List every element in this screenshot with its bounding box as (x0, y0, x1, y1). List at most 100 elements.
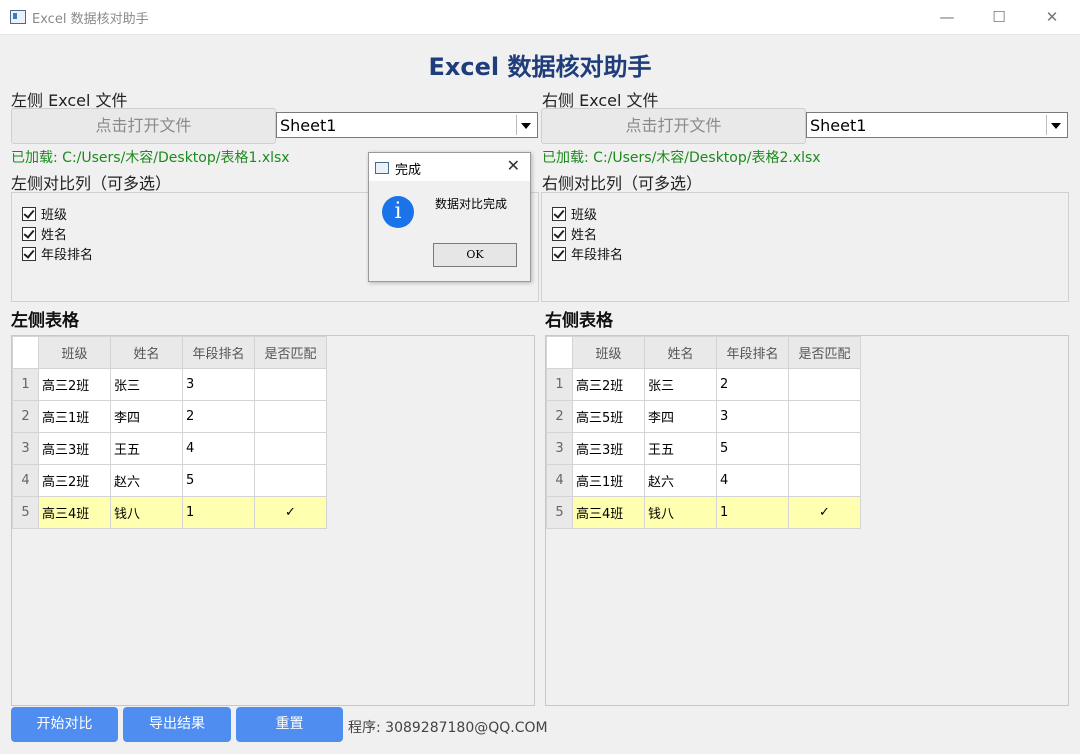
cell-rank[interactable]: 5 (182, 464, 255, 497)
left-checkbox-name[interactable]: 姓名 (22, 224, 67, 243)
chevron-down-icon[interactable] (1046, 115, 1065, 135)
cell-class[interactable]: 高三2班 (38, 368, 111, 401)
checkbox-checked-icon[interactable] (552, 247, 566, 261)
cell-match[interactable] (788, 400, 861, 433)
cell-match[interactable]: ✓ (254, 496, 327, 529)
left-open-file-button[interactable]: 点击打开文件 (11, 108, 276, 144)
row-number[interactable]: 5 (546, 496, 573, 529)
completion-dialog: 完成 ✕ i 数据对比完成 OK (368, 152, 531, 282)
right-sheet-select[interactable]: Sheet1 (806, 112, 1068, 138)
cell-class[interactable]: 高三5班 (572, 400, 645, 433)
cell-rank[interactable]: 4 (182, 432, 255, 465)
column-header[interactable]: 是否匹配 (254, 336, 327, 369)
column-header[interactable]: 姓名 (644, 336, 717, 369)
reset-button[interactable]: 重置 (236, 707, 343, 742)
cell-name[interactable]: 王五 (644, 432, 717, 465)
cell-rank[interactable]: 4 (716, 464, 789, 497)
cell-name[interactable]: 赵六 (110, 464, 183, 497)
cell-rank[interactable]: 1 (716, 496, 789, 529)
left-sheet-select[interactable]: Sheet1 (276, 112, 538, 138)
cell-match[interactable] (788, 432, 861, 465)
row-number[interactable]: 1 (546, 368, 573, 401)
page-title: Excel 数据核对助手 (428, 53, 652, 81)
left-checkbox-rank[interactable]: 年段排名 (22, 244, 93, 263)
right-checkbox-name[interactable]: 姓名 (552, 224, 597, 243)
checkbox-checked-icon[interactable] (22, 247, 36, 261)
cell-name[interactable]: 张三 (644, 368, 717, 401)
column-header[interactable]: 是否匹配 (788, 336, 861, 369)
chevron-down-icon[interactable] (516, 115, 535, 135)
cell-class[interactable]: 高三1班 (572, 464, 645, 497)
row-number[interactable]: 1 (12, 368, 39, 401)
cell-match[interactable]: ✓ (788, 496, 861, 529)
right-sheet-value: Sheet1 (810, 116, 867, 135)
right-open-file-button[interactable]: 点击打开文件 (541, 108, 806, 144)
cell-match[interactable] (254, 368, 327, 401)
right-table-title: 右侧表格 (545, 311, 613, 331)
right-checkbox-class[interactable]: 班级 (552, 204, 597, 223)
cell-name[interactable]: 李四 (644, 400, 717, 433)
table-row-matched: 5 高三4班 钱八 1 ✓ (12, 496, 327, 529)
cell-name[interactable]: 李四 (110, 400, 183, 433)
column-header[interactable]: 班级 (572, 336, 645, 369)
table-row: 1 高三2班 张三 2 (546, 368, 861, 401)
left-checkbox-class[interactable]: 班级 (22, 204, 67, 223)
cell-match[interactable] (254, 432, 327, 465)
cell-rank[interactable]: 5 (716, 432, 789, 465)
main-window: Excel 数据核对助手 左侧 Excel 文件 点击打开文件 Sheet1 已… (0, 35, 1080, 754)
cell-class[interactable]: 高三3班 (38, 432, 111, 465)
row-number[interactable]: 4 (12, 464, 39, 497)
maximize-button[interactable]: ☐ (984, 6, 1014, 28)
cell-rank[interactable]: 2 (182, 400, 255, 433)
cell-rank[interactable]: 3 (182, 368, 255, 401)
cell-class[interactable]: 高三3班 (572, 432, 645, 465)
left-table-title: 左侧表格 (11, 311, 79, 331)
cell-name[interactable]: 张三 (110, 368, 183, 401)
checkbox-checked-icon[interactable] (552, 207, 566, 221)
row-number[interactable]: 4 (546, 464, 573, 497)
cell-rank[interactable]: 3 (716, 400, 789, 433)
cell-name[interactable]: 钱八 (110, 496, 183, 529)
column-header[interactable]: 年段排名 (716, 336, 789, 369)
cell-class[interactable]: 高三2班 (38, 464, 111, 497)
cell-name[interactable]: 钱八 (644, 496, 717, 529)
row-number[interactable]: 3 (12, 432, 39, 465)
row-number[interactable]: 3 (546, 432, 573, 465)
column-header[interactable]: 班级 (38, 336, 111, 369)
checkbox-checked-icon[interactable] (552, 227, 566, 241)
app-icon (375, 162, 389, 174)
row-number[interactable]: 2 (546, 400, 573, 433)
cell-match[interactable] (788, 368, 861, 401)
ok-button[interactable]: OK (433, 243, 517, 267)
cell-rank[interactable]: 2 (716, 368, 789, 401)
cell-class[interactable]: 高三4班 (572, 496, 645, 529)
right-loaded-status: 已加载: C:/Users/木容/Desktop/表格2.xlsx (542, 150, 821, 166)
right-checkbox-rank[interactable]: 年段排名 (552, 244, 623, 263)
export-results-button[interactable]: 导出结果 (123, 707, 231, 742)
checkbox-checked-icon[interactable] (22, 207, 36, 221)
minimize-button[interactable]: — (932, 6, 962, 28)
cell-match[interactable] (788, 464, 861, 497)
table-corner[interactable] (12, 336, 39, 369)
column-header[interactable]: 年段排名 (182, 336, 255, 369)
table-row: 3 高三3班 王五 5 (546, 432, 861, 465)
info-icon: i (382, 196, 414, 228)
start-compare-button[interactable]: 开始对比 (11, 707, 118, 742)
cell-class[interactable]: 高三2班 (572, 368, 645, 401)
cell-match[interactable] (254, 464, 327, 497)
table-row: 3 高三3班 王五 4 (12, 432, 327, 465)
table-corner[interactable] (546, 336, 573, 369)
close-icon[interactable]: ✕ (507, 156, 520, 175)
cell-rank[interactable]: 1 (182, 496, 255, 529)
close-window-button[interactable]: ✕ (1037, 6, 1067, 28)
cell-match[interactable] (254, 400, 327, 433)
cell-name[interactable]: 王五 (110, 432, 183, 465)
checkbox-checked-icon[interactable] (22, 227, 36, 241)
cell-class[interactable]: 高三1班 (38, 400, 111, 433)
dialog-titlebar: 完成 ✕ (369, 153, 530, 181)
row-number[interactable]: 2 (12, 400, 39, 433)
column-header[interactable]: 姓名 (110, 336, 183, 369)
row-number[interactable]: 5 (12, 496, 39, 529)
cell-class[interactable]: 高三4班 (38, 496, 111, 529)
cell-name[interactable]: 赵六 (644, 464, 717, 497)
